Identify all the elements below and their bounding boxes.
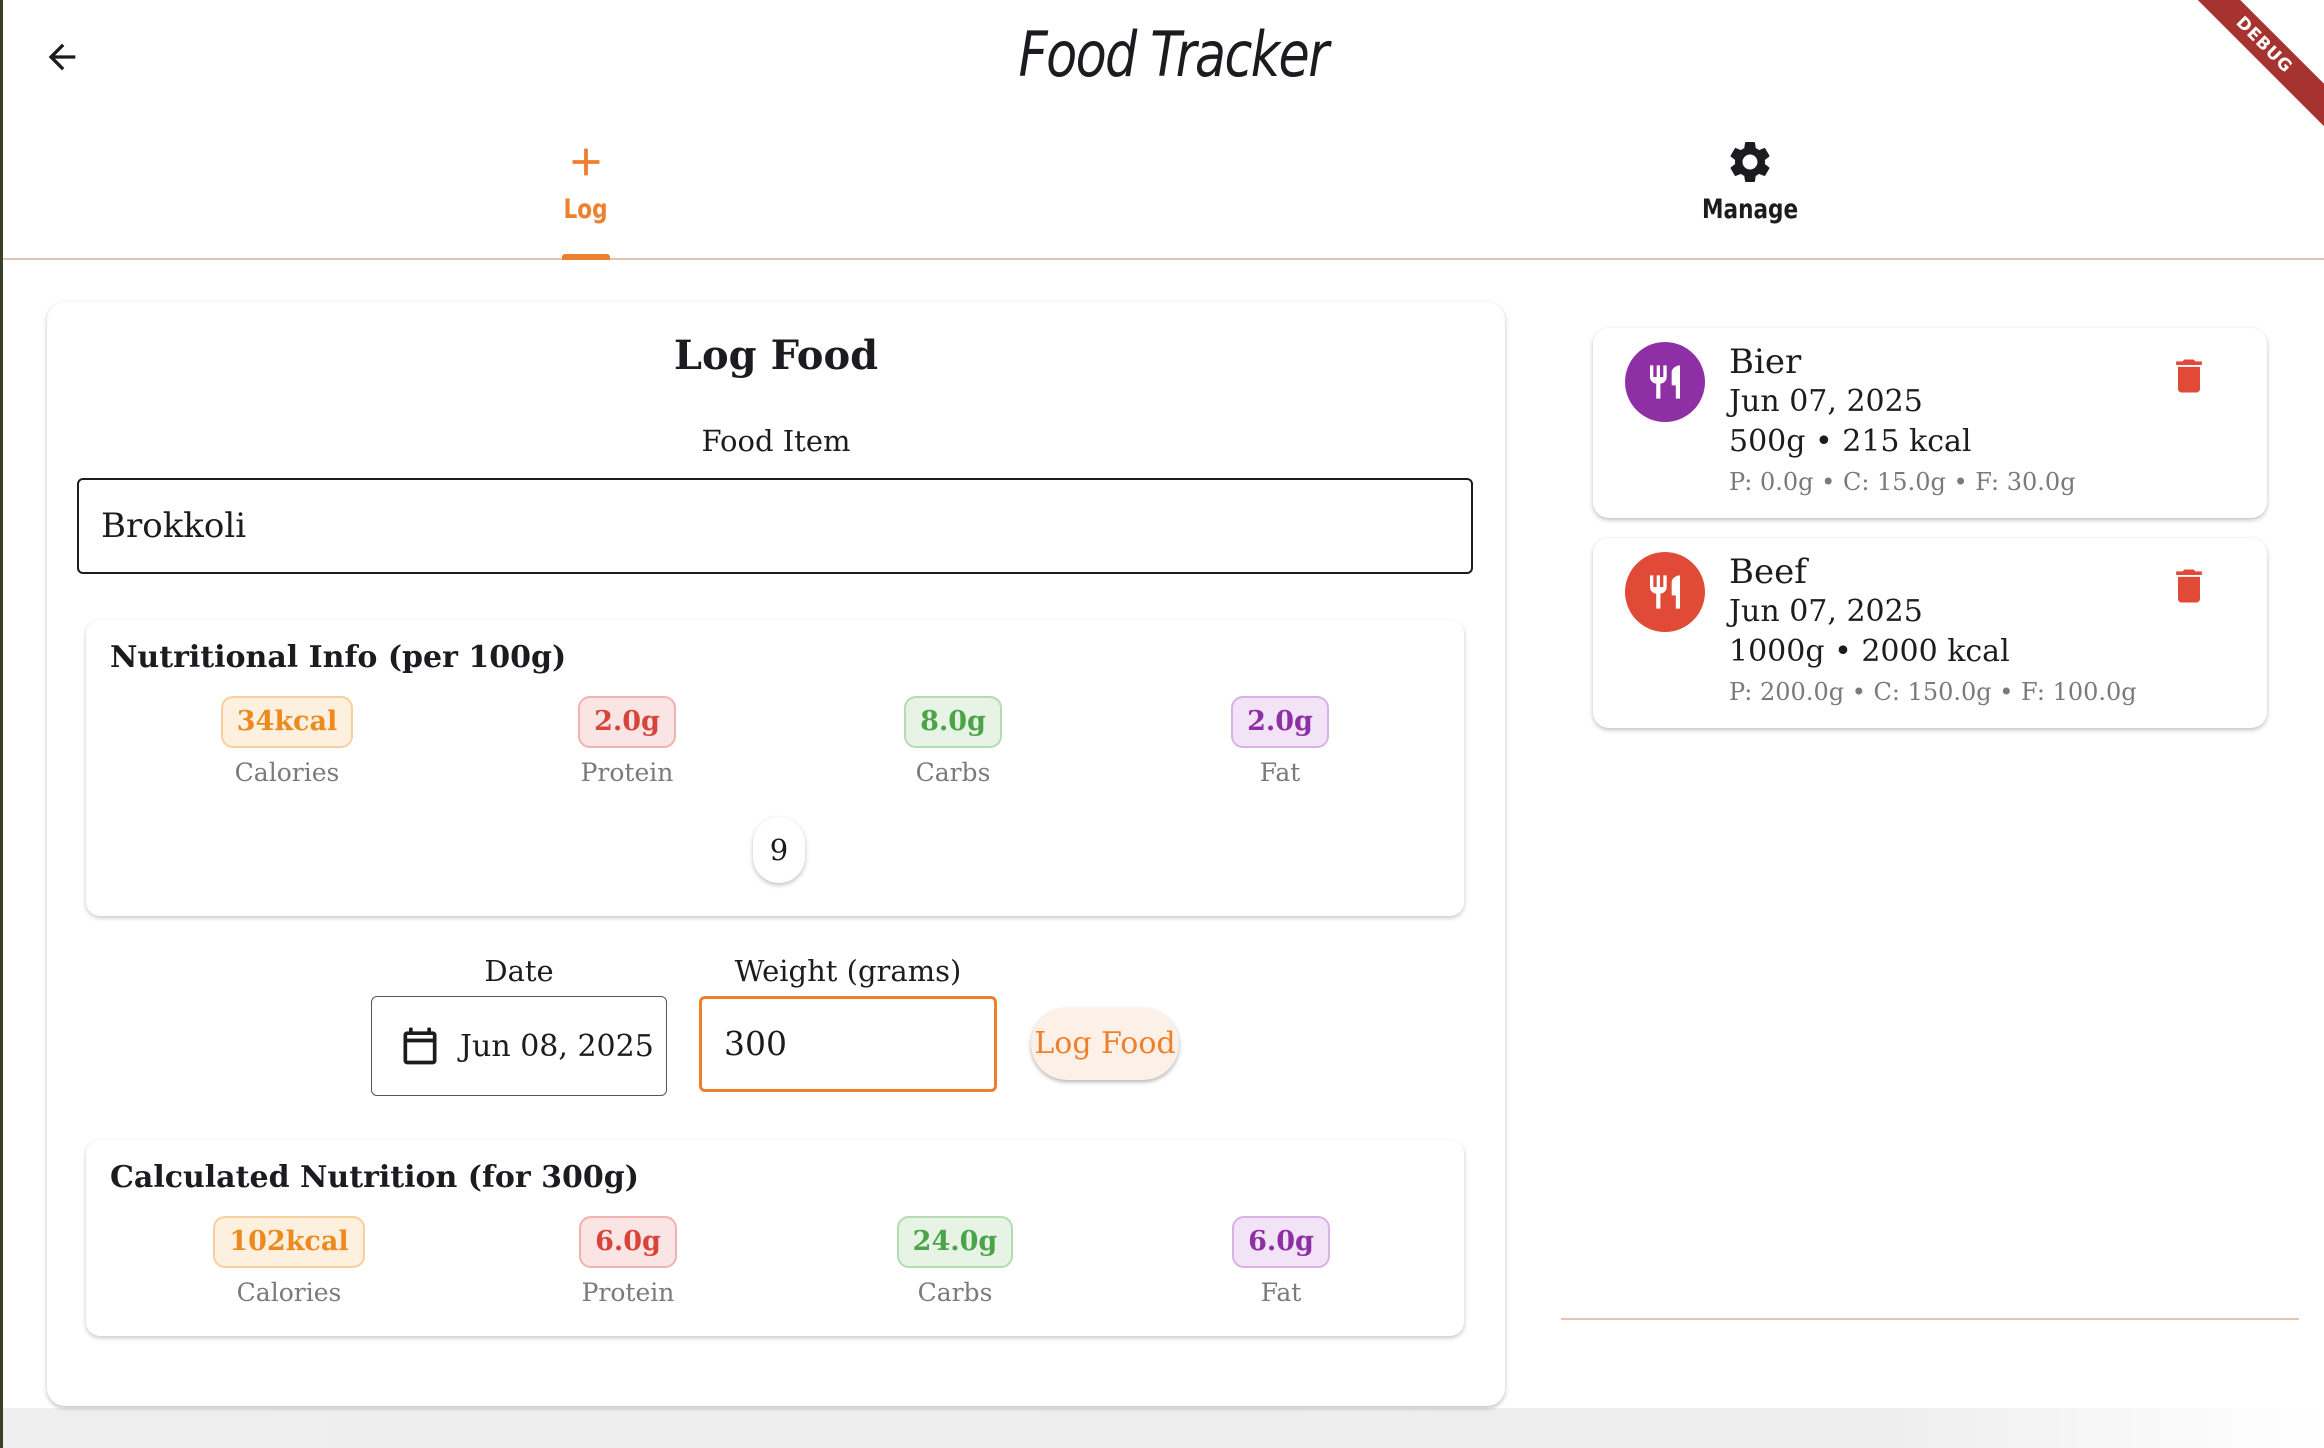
calc-protein-label: Protein (581, 1278, 675, 1307)
delete-button[interactable] (2163, 350, 2215, 402)
trash-icon (2176, 569, 2202, 603)
nutrition-per100-card: Nutritional Info (per 100g) 34kcal Calor… (86, 620, 1464, 916)
calc-carbs-badge: 24.0g (896, 1216, 1014, 1268)
entry-macros: P: 0.0g • C: 15.0g • F: 30.0g (1729, 468, 2076, 496)
tab-log-label: Log (563, 194, 609, 225)
list-item[interactable]: Bier Jun 07, 2025 500g • 215 kcal P: 0.0… (1593, 328, 2267, 518)
protein-label: Protein (580, 758, 674, 787)
weight-input[interactable]: 300 (699, 996, 997, 1092)
tab-manage[interactable]: Manage (1600, 128, 1900, 258)
list-item[interactable]: Beef Jun 07, 2025 1000g • 2000 kcal P: 2… (1593, 538, 2267, 728)
food-item-input[interactable]: Brokkoli (77, 478, 1473, 574)
entry-date: Jun 07, 2025 (1729, 384, 1923, 419)
stat-protein: 2.0g Protein (517, 696, 737, 787)
carbs-label: Carbs (915, 758, 991, 787)
calc-calories-label: Calories (236, 1278, 342, 1307)
calc-carbs-label: Carbs (917, 1278, 993, 1307)
carbs-badge: 8.0g (904, 696, 1002, 748)
app-window: Food Tracker DEBUG Log Manage Log Food F… (0, 0, 2324, 1448)
card-title: Log Food (673, 332, 879, 379)
calc-stat-carbs: 24.0g Carbs (845, 1216, 1065, 1307)
tab-bar: Log Manage (3, 128, 2324, 260)
entry-summary: 1000g • 2000 kcal (1729, 634, 2010, 669)
food-item-label: Food Item (701, 424, 851, 458)
debug-banner: DEBUG (2168, 0, 2324, 141)
plus-icon (560, 136, 612, 188)
date-value: Jun 08, 2025 (460, 1028, 654, 1064)
calc-stat-calories: 102kcal Calories (179, 1216, 399, 1307)
entry-name: Bier (1729, 342, 1802, 382)
calc-fat-badge: 6.0g (1232, 1216, 1330, 1268)
tab-log[interactable]: Log (436, 128, 736, 258)
calories-label: Calories (234, 758, 340, 787)
entry-date: Jun 07, 2025 (1729, 594, 1923, 629)
calc-stat-protein: 6.0g Protein (518, 1216, 738, 1307)
fork-knife-icon (1625, 342, 1705, 422)
divider (1561, 1318, 2299, 1320)
stat-fat: 2.0g Fat (1170, 696, 1390, 787)
fat-label: Fat (1259, 758, 1301, 787)
stat-calories: 34kcal Calories (177, 696, 397, 787)
app-title: Food Tracker (1018, 18, 1330, 91)
bottom-shade (3, 1408, 2324, 1448)
date-label: Date (484, 954, 554, 988)
fat-badge: 2.0g (1231, 696, 1329, 748)
tab-manage-label: Manage (1701, 194, 1799, 225)
calc-fat-label: Fat (1260, 1278, 1302, 1307)
trash-icon (2176, 359, 2202, 393)
tab-indicator (562, 254, 610, 260)
fork-knife-icon (1625, 552, 1705, 632)
entry-name: Beef (1729, 552, 1807, 592)
protein-badge: 2.0g (578, 696, 676, 748)
log-food-button[interactable]: Log Food (1031, 1008, 1179, 1080)
arrow-left-icon (48, 43, 76, 71)
calc-protein-badge: 6.0g (579, 1216, 677, 1268)
delete-button[interactable] (2163, 560, 2215, 612)
calendar-icon (398, 1023, 442, 1069)
nutrition-per100-title: Nutritional Info (per 100g) (110, 640, 567, 675)
calculated-nutrition-card: Calculated Nutrition (for 300g) 102kcal … (86, 1140, 1464, 1336)
log-food-card: Log Food Food Item Brokkoli Nutritional … (47, 302, 1505, 1406)
calories-badge: 34kcal (220, 696, 354, 748)
calculated-nutrition-title: Calculated Nutrition (for 300g) (110, 1160, 639, 1195)
entry-macros: P: 200.0g • C: 150.0g • F: 100.0g (1729, 678, 2137, 706)
date-picker[interactable]: Jun 08, 2025 (371, 996, 667, 1096)
stat-carbs: 8.0g Carbs (843, 696, 1063, 787)
calc-stat-fat: 6.0g Fat (1171, 1216, 1391, 1307)
calc-calories-badge: 102kcal (213, 1216, 365, 1268)
weight-label: Weight (grams) (734, 954, 962, 988)
count-chip[interactable]: 9 (753, 817, 805, 883)
entry-summary: 500g • 215 kcal (1729, 424, 1972, 459)
gear-icon (1724, 136, 1776, 188)
back-button[interactable] (33, 28, 91, 86)
